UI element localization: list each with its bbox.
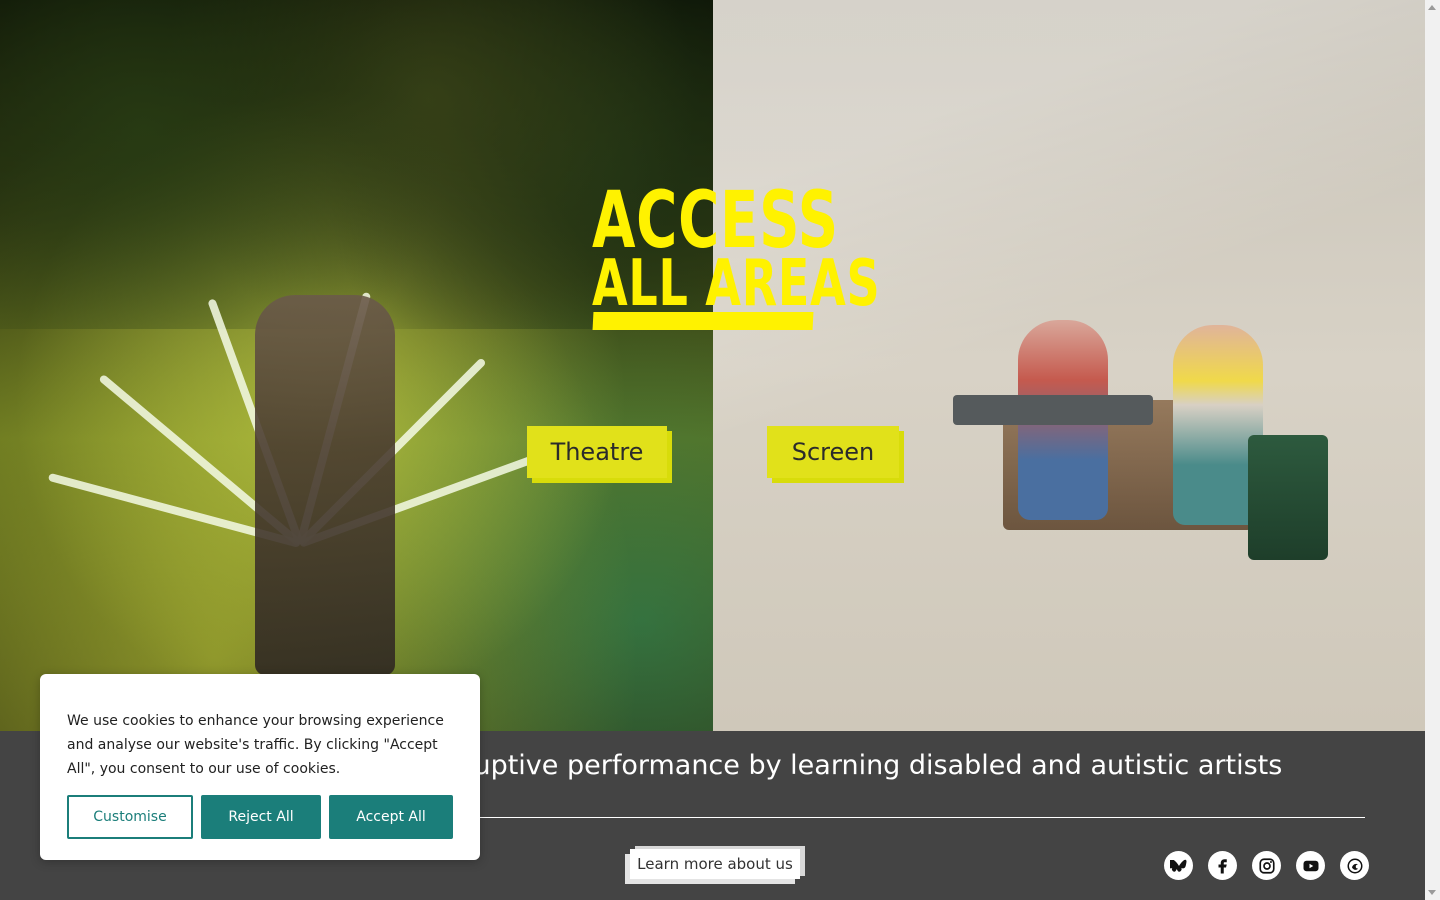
- accept-all-button[interactable]: Accept All: [329, 795, 453, 839]
- scroll-down-arrow-icon[interactable]: [1428, 890, 1436, 895]
- cookie-actions: Customise Reject All Accept All: [67, 795, 453, 839]
- screen-hero-image[interactable]: [713, 0, 1425, 731]
- cookie-message: We use cookies to enhance your browsing …: [67, 713, 444, 777]
- bin-decoration: [1248, 435, 1328, 560]
- screen-button[interactable]: Screen: [767, 426, 899, 478]
- logo-line-2: ALL AREAS: [592, 247, 881, 321]
- tagline: Disruptive performance by learning disab…: [420, 750, 1283, 781]
- youtube-icon[interactable]: [1296, 851, 1325, 880]
- scroll-up-arrow-icon[interactable]: [1428, 5, 1436, 10]
- performer-figure: [255, 295, 395, 675]
- theatre-button[interactable]: Theatre: [527, 426, 667, 478]
- keyboard-decoration: [953, 395, 1153, 425]
- instagram-icon[interactable]: [1252, 851, 1281, 880]
- cookie-banner: We use cookies to enhance your browsing …: [40, 674, 480, 860]
- learn-more-button[interactable]: Learn more about us: [630, 849, 800, 879]
- bluesky-icon[interactable]: [1164, 851, 1193, 880]
- facebook-icon[interactable]: [1208, 851, 1237, 880]
- customise-button[interactable]: Customise: [67, 795, 193, 839]
- logo-underline: [592, 312, 814, 330]
- site-logo[interactable]: ACCESS ALL AREAS: [592, 178, 880, 334]
- mailchimp-icon[interactable]: [1340, 851, 1369, 880]
- hero: [0, 0, 1425, 731]
- reject-all-button[interactable]: Reject All: [201, 795, 321, 839]
- social-links: [1164, 851, 1369, 880]
- theatre-hero-image[interactable]: [0, 0, 713, 731]
- scrollbar[interactable]: [1425, 0, 1440, 900]
- divider: [460, 817, 1365, 818]
